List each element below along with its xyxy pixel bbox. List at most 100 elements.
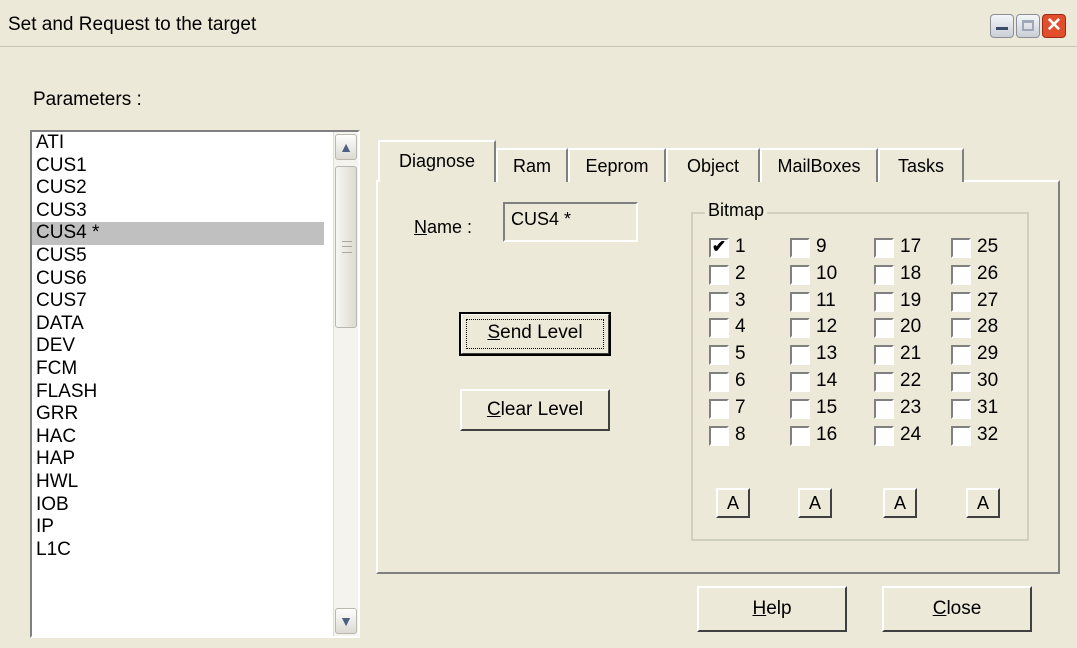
list-item[interactable]: CUS7 (32, 290, 324, 313)
bitmap-column-button-3[interactable]: A (883, 488, 917, 518)
bitmap-checkbox-label: 9 (816, 236, 827, 257)
listbox-scrollbar[interactable]: ▲ ▼ (333, 132, 358, 636)
list-item[interactable]: HWL (32, 471, 324, 494)
minimize-button[interactable] (990, 14, 1014, 38)
bitmap-checkbox-label: 28 (977, 316, 999, 338)
list-item[interactable]: HAC (32, 426, 324, 449)
list-item[interactable]: IOB (32, 494, 324, 517)
bitmap-checkbox-26[interactable] (951, 264, 971, 285)
bitmap-checkbox-label: 1 (735, 236, 746, 257)
tab-diagnose[interactable]: Diagnose (378, 140, 496, 182)
bitmap-checkbox-10[interactable] (790, 264, 810, 285)
bitmap-checkbox-label: 10 (816, 262, 838, 284)
bitmap-checkbox-5[interactable] (709, 345, 729, 366)
bitmap-checkbox-label: 15 (816, 396, 838, 418)
tab-mailboxes[interactable]: MailBoxes (760, 148, 878, 182)
bitmap-checkbox-30[interactable] (951, 372, 971, 392)
bitmap-checkbox-label: 7 (735, 396, 746, 418)
clear-level-accel: C (486, 399, 501, 420)
bitmap-checkbox-22[interactable] (874, 372, 894, 392)
list-item[interactable]: IP (32, 516, 324, 539)
tab-eeprom[interactable]: Eeprom (568, 148, 666, 182)
list-item[interactable]: GRR (32, 403, 324, 426)
bitmap-checkbox-21[interactable] (874, 345, 894, 366)
bitmap-checkbox-29[interactable] (951, 345, 971, 366)
bitmap-checkbox-label: 14 (816, 370, 838, 391)
bitmap-checkbox-13[interactable] (790, 345, 810, 366)
bitmap-checkbox-24[interactable] (874, 425, 894, 446)
bitmap-checkbox-25[interactable] (951, 238, 971, 258)
bitmap-checkbox-2[interactable] (709, 264, 729, 285)
scroll-thumb[interactable] (335, 166, 357, 328)
bitmap-checkbox-label: 29 (977, 343, 999, 365)
bitmap-checkbox-label: 22 (900, 370, 922, 391)
name-label-accel: N (414, 217, 427, 237)
bitmap-checkbox-label: 23 (900, 396, 922, 418)
bitmap-checkbox-27[interactable] (951, 291, 971, 312)
bitmap-checkbox-label: 12 (816, 316, 838, 338)
bitmap-checkbox-label: 21 (900, 343, 922, 365)
close-button[interactable]: Close (882, 586, 1032, 632)
maximize-button[interactable] (1016, 14, 1040, 38)
bitmap-checkbox-6[interactable] (709, 372, 729, 392)
list-item[interactable]: ATI (32, 132, 324, 155)
list-item[interactable]: DEV (32, 335, 324, 358)
scroll-down-button[interactable]: ▼ (335, 608, 357, 634)
close-icon: ✕ (1046, 15, 1062, 36)
bitmap-checkbox-4[interactable] (709, 318, 729, 339)
clear-level-button[interactable]: Clear Level (460, 389, 610, 431)
bitmap-checkbox-31[interactable] (951, 398, 971, 419)
bitmap-checkbox-label: 32 (977, 423, 999, 445)
bitmap-checkbox-12[interactable] (790, 318, 810, 339)
list-item[interactable]: DATA (32, 313, 324, 336)
bitmap-checkbox-18[interactable] (874, 264, 894, 285)
bitmap-checkbox-28[interactable] (951, 318, 971, 339)
list-item[interactable]: CUS5 (32, 245, 324, 268)
chevron-up-icon: ▲ (339, 139, 353, 155)
list-item[interactable]: CUS2 (32, 177, 324, 200)
bitmap-checkbox-14[interactable] (790, 372, 810, 392)
scroll-up-button[interactable]: ▲ (335, 134, 357, 160)
bitmap-checkbox-8[interactable] (709, 425, 729, 446)
tab-object[interactable]: Object (666, 148, 760, 182)
bitmap-checkbox-9[interactable] (790, 238, 810, 258)
tab-tasks[interactable]: Tasks (878, 148, 964, 182)
close-window-button[interactable]: ✕ (1042, 14, 1066, 38)
bitmap-checkbox-11[interactable] (790, 291, 810, 312)
bitmap-checkbox-label: 27 (977, 289, 999, 311)
bitmap-checkbox-17[interactable] (874, 238, 894, 258)
send-level-button[interactable]: Send Level (459, 312, 611, 356)
check-icon: ✔ (711, 237, 727, 256)
bitmap-checkbox-16[interactable] (790, 425, 810, 446)
bitmap-checkbox-20[interactable] (874, 318, 894, 339)
list-item[interactable]: CUS6 (32, 268, 324, 291)
bitmap-checkbox-1[interactable]: ✔ (709, 238, 729, 258)
bitmap-checkbox-19[interactable] (874, 291, 894, 312)
title-bar: Set and Request to the target ✕ (0, 0, 1077, 47)
tab-ram[interactable]: Ram (496, 148, 568, 182)
help-button[interactable]: Help (697, 586, 847, 632)
list-item[interactable]: FCM (32, 358, 324, 381)
list-item[interactable]: L1C (32, 539, 324, 562)
bitmap-checkbox-32[interactable] (951, 425, 971, 446)
minimize-icon (996, 27, 1008, 30)
bitmap-checkbox-7[interactable] (709, 398, 729, 419)
clear-level-text: lear Level (500, 399, 584, 420)
bitmap-column-button-1[interactable]: A (716, 488, 750, 518)
bitmap-checkbox-label: 16 (816, 423, 838, 445)
bitmap-checkbox-23[interactable] (874, 398, 894, 419)
bitmap-checkbox-15[interactable] (790, 398, 810, 419)
bitmap-column-button-4[interactable]: A (966, 488, 1000, 518)
bitmap-column-button-2[interactable]: A (798, 488, 832, 518)
bitmap-checkbox-label: 8 (735, 423, 746, 445)
list-item[interactable]: FLASH (32, 381, 324, 404)
bitmap-checkbox-label: 11 (816, 289, 836, 311)
list-item[interactable]: HAP (32, 448, 324, 471)
parameters-listbox[interactable]: ATI CUS1 CUS2 CUS3 CUS4 * CUS5 CUS6 CUS7 DATA DEV… (30, 130, 360, 638)
list-item[interactable]: CUS4 * (32, 222, 324, 245)
bitmap-checkbox-3[interactable] (709, 291, 729, 312)
name-field[interactable]: CUS4 * (503, 202, 638, 242)
bitmap-checkbox-label: 18 (900, 262, 922, 284)
list-item[interactable]: CUS3 (32, 200, 324, 223)
list-item[interactable]: CUS1 (32, 155, 324, 178)
